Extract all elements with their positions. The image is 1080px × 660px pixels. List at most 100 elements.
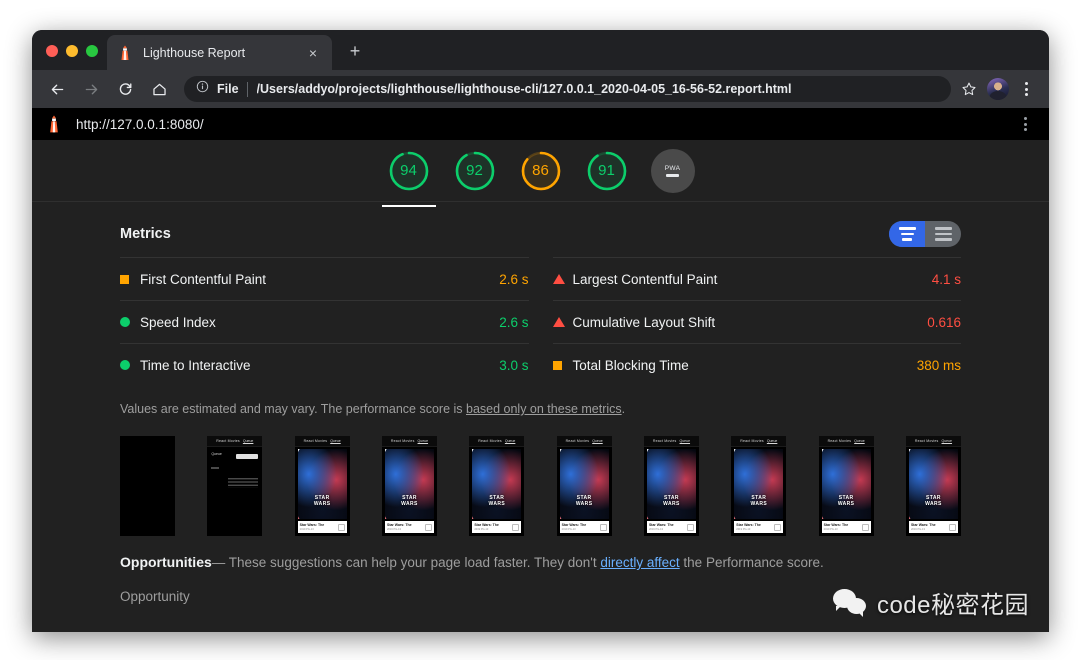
frame-dash-placeholder xyxy=(211,467,220,469)
frame-movie-card: Star Wars: The 2019 PG-13 xyxy=(384,521,434,533)
toggle-list-view[interactable] xyxy=(925,221,961,247)
directly-affect-link[interactable]: directly affect xyxy=(600,555,679,570)
gauge-score: 94 xyxy=(400,162,417,179)
metric-value: 0.616 xyxy=(927,314,961,330)
frame-movie-card: Star Wars: The 2019 PG-13 xyxy=(908,521,958,533)
home-icon[interactable] xyxy=(146,76,172,102)
metrics-view-toggle[interactable] xyxy=(889,221,961,247)
metric-row[interactable]: Total Blocking Time 380 ms xyxy=(552,343,961,386)
opportunities-dash: — xyxy=(211,555,226,570)
address-bar[interactable]: File /Users/addyo/projects/lighthouse/li… xyxy=(184,76,951,102)
close-window-button[interactable] xyxy=(46,45,58,57)
metric-marker-triangle xyxy=(552,274,565,284)
frame-site-name: React Movies xyxy=(390,439,415,443)
toggle-bar xyxy=(934,232,952,236)
url-text: /Users/addyo/projects/lighthouse/lightho… xyxy=(256,82,792,96)
frame-card-button xyxy=(512,523,520,531)
lighthouse-icon xyxy=(46,115,62,133)
lighthouse-topbar: http://127.0.0.1:8080/ xyxy=(32,108,1049,140)
tab-strip: Lighthouse Report × + xyxy=(32,30,1049,70)
reload-icon[interactable] xyxy=(112,76,138,102)
frame-card-subtitle: 2019 PG-13 xyxy=(910,527,925,531)
frame-poster-title: STAR WARS xyxy=(837,495,855,507)
metric-marker-square xyxy=(120,274,129,284)
frame-page-header: React Movies Queue xyxy=(207,436,263,447)
frame-card-subtitle: 2019 PG-13 xyxy=(736,527,751,531)
frame-queue-link: Queue xyxy=(242,439,254,443)
toggle-bar xyxy=(902,238,912,241)
lighthouse-report: 94 92 86 91 PWA Metrics First Contentful… xyxy=(32,140,1049,632)
metric-label: Largest Contentful Paint xyxy=(572,271,718,287)
filmstrip-frame: React Movies Queue STAR WARS Star Wars: The 2… xyxy=(818,436,874,536)
browser-window: Lighthouse Report × + File /Users/addyo/… xyxy=(32,30,1049,632)
minimize-window-button[interactable] xyxy=(66,45,78,57)
metric-row[interactable]: Time to Interactive 3.0 s xyxy=(120,343,529,386)
three-dot-menu-icon[interactable] xyxy=(1015,77,1037,101)
metric-marker-square xyxy=(552,360,562,370)
back-icon[interactable] xyxy=(44,76,70,102)
info-icon[interactable] xyxy=(196,80,210,98)
frame-movie-poster: STAR WARS xyxy=(908,449,958,519)
frame-card-subtitle: 2019 PG-13 xyxy=(474,527,489,531)
star-icon[interactable] xyxy=(957,77,981,101)
metric-value: 380 ms xyxy=(916,357,961,373)
frame-page-header: React Movies Queue xyxy=(905,436,961,447)
opportunities-text-post: the Performance score. xyxy=(679,555,824,570)
new-tab-button[interactable]: + xyxy=(344,41,366,63)
metric-value: 4.1 s xyxy=(931,271,961,287)
metric-marker xyxy=(120,317,140,327)
gauge-performance[interactable]: 94 xyxy=(381,149,436,207)
frame-movie-card: Star Wars: The 2019 PG-13 xyxy=(821,521,871,533)
frame-loading-content: Queue xyxy=(207,447,262,488)
frame-card-subtitle: 2019 PG-13 xyxy=(299,527,314,531)
forward-icon xyxy=(78,76,104,102)
metric-row[interactable]: Cumulative Layout Shift 0.616 xyxy=(552,300,961,343)
metrics-card: Metrics First Contentful Paint 2.6 s Spe… xyxy=(32,202,1049,604)
frame-page-header: React Movies Queue xyxy=(381,436,437,447)
browser-tab[interactable]: Lighthouse Report × xyxy=(107,35,332,70)
gauge-pwa-dash xyxy=(666,173,679,177)
toggle-expand-view[interactable] xyxy=(889,221,925,247)
metric-marker-circle xyxy=(120,360,130,370)
frame-card-button xyxy=(337,523,345,531)
wechat-icon xyxy=(832,588,873,617)
gauge-best-practices[interactable]: 86 xyxy=(519,149,563,193)
frame-page-header: React Movies Queue xyxy=(818,436,874,447)
metrics-column-left: First Contentful Paint 2.6 s Speed Index 2.… xyxy=(120,257,529,386)
metric-row[interactable]: Largest Contentful Paint 4.1 s xyxy=(552,257,961,300)
disclaimer-text-post: . xyxy=(621,402,626,416)
metric-row[interactable]: First Contentful Paint 2.6 s xyxy=(120,257,529,300)
filmstrip-frame xyxy=(120,436,175,536)
watermark-text: code秘密花园 xyxy=(876,592,1029,619)
filmstrip-frame: React Movies Queue STAR WARS Star Wars: The 2… xyxy=(905,436,961,536)
filmstrip-frame: React Movies Queue STAR WARS Star Wars: The 2… xyxy=(643,436,699,536)
frame-card-button xyxy=(686,523,694,531)
gauge-pwa[interactable]: PWA xyxy=(650,148,695,193)
metric-row[interactable]: Speed Index 2.6 s xyxy=(120,300,529,343)
scheme-label: File xyxy=(217,82,239,96)
frame-card-button xyxy=(599,523,607,531)
frame-text-placeholder xyxy=(228,477,259,488)
frame-movie-poster: STAR WARS xyxy=(821,449,871,519)
metric-marker-triangle xyxy=(552,317,565,327)
metric-marker-circle xyxy=(120,317,130,327)
frame-page-header: React Movies Queue xyxy=(294,436,350,447)
frame-poster-title: STAR WARS xyxy=(313,495,331,507)
frame-card-subtitle: 2019 PG-13 xyxy=(561,527,576,531)
frame-site-name: React Movies xyxy=(740,439,764,443)
metrics-disclaimer: Values are estimated and may vary. The p… xyxy=(120,402,961,416)
three-dot-menu-icon[interactable] xyxy=(1015,113,1035,135)
maximize-window-button[interactable] xyxy=(86,45,98,57)
page-title: Metrics xyxy=(120,226,171,242)
gauge-accessibility[interactable]: 92 xyxy=(453,149,497,193)
metric-value: 2.6 s xyxy=(499,271,529,287)
avatar[interactable] xyxy=(987,78,1009,100)
window-controls xyxy=(46,45,98,57)
close-icon[interactable]: × xyxy=(304,44,322,62)
filmstrip-frame: React Movies Queue STAR WARS Star Wars: The 2… xyxy=(556,436,612,536)
metrics-doc-link[interactable]: based only on these metrics xyxy=(466,402,622,416)
filmstrip-frame: React Movies Queue STAR WARS Star Wars: The 2… xyxy=(294,436,350,536)
gauge-seo[interactable]: 91 xyxy=(585,149,629,193)
gauge-score: 86 xyxy=(532,162,549,179)
omnibox-divider xyxy=(246,81,248,97)
